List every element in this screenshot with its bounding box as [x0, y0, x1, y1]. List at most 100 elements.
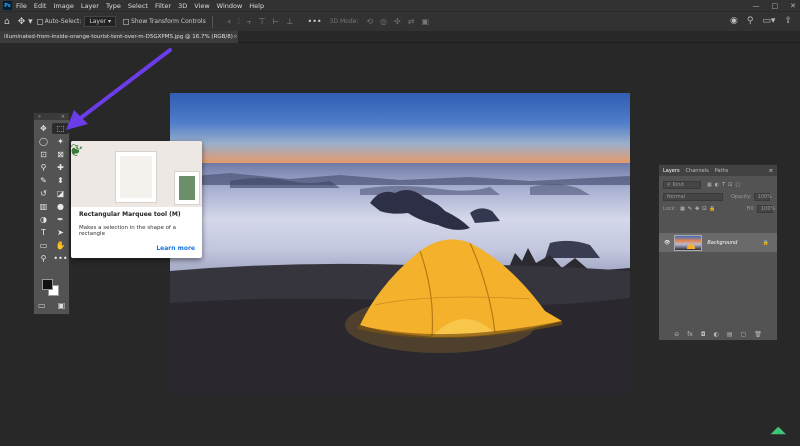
hand-icon[interactable]: ✋ [52, 240, 69, 251]
menu-edit[interactable]: Edit [34, 2, 47, 10]
align-middle-icon[interactable]: ⊢ [273, 17, 280, 27]
auto-select-label: Auto-Select: [44, 18, 82, 25]
fill-field[interactable]: 100% [757, 205, 775, 213]
panel-menu-icon[interactable]: ≡ [769, 168, 773, 174]
filter-kind-dropdown[interactable]: ⚲ Kind [663, 181, 701, 189]
transform-controls-label: Show Transform Controls [131, 18, 206, 25]
share-icon[interactable]: ⇪ [784, 16, 792, 26]
watermark-logo-icon: ◢◣ [770, 425, 786, 436]
search-icon[interactable]: ⚲ [747, 16, 754, 26]
opacity-field[interactable]: 100% [753, 193, 772, 201]
dodge-icon[interactable]: ◑ [35, 214, 52, 225]
align-left-icon[interactable]: ⫞ [227, 17, 231, 27]
quick-mask-icon[interactable]: ▭ [38, 301, 46, 310]
more-tools-icon[interactable]: ••• [52, 253, 69, 264]
frame-icon[interactable]: ⊠ [52, 149, 69, 160]
workspace-icon[interactable]: ▭▾ [762, 16, 775, 26]
canvas-image[interactable] [170, 93, 630, 396]
gradient-icon[interactable]: ▥ [35, 201, 52, 212]
tab-paths[interactable]: Paths [715, 168, 729, 174]
menu-file[interactable]: File [16, 2, 27, 10]
3d-buttons: ⟲ ◎ ✣ ⇄ ▣ [366, 17, 429, 26]
menu-view[interactable]: View [194, 2, 209, 10]
move-tool-preset-icon[interactable]: ✥ ▾ [18, 17, 33, 27]
move-icon[interactable]: ✥ [35, 123, 52, 134]
blur-icon[interactable]: ● [52, 201, 69, 212]
learn-more-link[interactable]: Learn more [156, 245, 195, 252]
transform-controls-checkbox[interactable] [123, 18, 130, 25]
align-right-icon[interactable]: ⫟ [247, 17, 252, 27]
fx-icon[interactable]: fx [687, 331, 693, 338]
eyedropper-icon[interactable]: ⚲ [35, 162, 52, 173]
more-options-button[interactable]: ••• [307, 17, 321, 26]
menu-image[interactable]: Image [53, 2, 73, 10]
menu-filter[interactable]: Filter [155, 2, 171, 10]
trash-icon[interactable]: 🗑 [754, 331, 762, 338]
menu-select[interactable]: Select [128, 2, 148, 10]
align-center-icon[interactable]: ⫶ [238, 17, 240, 27]
menu-3d[interactable]: 3D [178, 2, 187, 10]
maximize-icon[interactable]: □ [772, 2, 779, 10]
close-window-icon[interactable]: ✕ [790, 2, 796, 10]
screen-mode-icon[interactable]: ▣ [58, 301, 66, 310]
path-selection-icon[interactable]: ➤ [52, 227, 69, 238]
crop-icon[interactable]: ⊡ [35, 149, 52, 160]
filter-row: ⚲ Kind ▦◐T⊡▢ [659, 179, 777, 191]
visibility-eye-icon[interactable]: 👁 [664, 240, 670, 246]
menu-type[interactable]: Type [106, 2, 121, 10]
lock-label: Lock: [663, 206, 677, 212]
tab-layers[interactable]: Layers [663, 168, 680, 174]
zoom-icon[interactable]: ⚲ [35, 253, 52, 264]
type-icon[interactable]: T [35, 227, 52, 238]
3d-slide-icon[interactable]: ⇄ [408, 17, 415, 26]
shape-icon[interactable]: ▭ [35, 240, 52, 251]
add-mask-icon[interactable]: ◘ [701, 331, 706, 338]
pen-icon[interactable]: ✒ [52, 214, 69, 225]
align-bottom-icon[interactable]: ⊥ [287, 17, 294, 27]
history-brush-icon[interactable]: ↺ [35, 188, 52, 199]
3d-pan-icon[interactable]: ✣ [394, 17, 401, 26]
blend-mode-dropdown[interactable]: Normal [663, 193, 723, 201]
layers-panel: Layers Channels Paths ≡ ⚲ Kind ▦◐T⊡▢ Nor… [658, 164, 778, 341]
close-panel-icon[interactable]: × [61, 114, 65, 120]
3d-scale-icon[interactable]: ▣ [421, 17, 429, 26]
tools-panel-header[interactable]: » × [34, 113, 69, 120]
home-icon[interactable]: ⌂ [4, 17, 10, 27]
marquee-icon[interactable]: ⬚ [52, 123, 69, 134]
brush-icon[interactable]: ✎ [35, 175, 52, 186]
lock-icons[interactable]: ▦✎✥⊡🔒 [680, 206, 719, 212]
menu-layer[interactable]: Layer [81, 2, 99, 10]
lasso-icon[interactable]: ◯ [35, 136, 52, 147]
auto-select-checkbox[interactable] [36, 18, 43, 25]
magic-wand-icon[interactable]: ✦ [52, 136, 69, 147]
stamp-icon[interactable]: ⬍ [52, 175, 69, 186]
document-tab-bar: illuminated-from-inside-orange-tourist-t… [0, 31, 800, 43]
menu-window[interactable]: Window [217, 2, 243, 10]
layers-panel-tabs: Layers Channels Paths ≡ [659, 165, 777, 176]
mode-3d-label: 3D Mode: [329, 18, 359, 25]
eraser-icon[interactable]: ◪ [52, 188, 69, 199]
tab-channels[interactable]: Channels [686, 168, 709, 174]
menu-help[interactable]: Help [249, 2, 264, 10]
minimize-icon[interactable]: — [753, 2, 760, 10]
filter-icons[interactable]: ▦◐T⊡▢ [707, 182, 743, 188]
new-group-icon[interactable]: ▤ [727, 331, 733, 338]
3d-roll-icon[interactable]: ◎ [380, 17, 387, 26]
healing-icon[interactable]: ✚ [52, 162, 69, 173]
new-layer-icon[interactable]: ▢ [741, 331, 747, 338]
layer-row-background[interactable]: 👁 Background 🔒 [659, 233, 777, 252]
adjustment-layer-icon[interactable]: ◐ [714, 331, 719, 338]
collapse-icon[interactable]: » [38, 114, 41, 120]
close-tab-icon[interactable]: × [233, 34, 238, 40]
3d-rotate-icon[interactable]: ⟲ [366, 17, 373, 26]
align-top-icon[interactable]: ⊤ [259, 17, 266, 27]
foreground-color-swatch[interactable] [42, 279, 53, 290]
user-icon[interactable]: ◉ [730, 16, 738, 26]
document-tab[interactable]: illuminated-from-inside-orange-tourist-t… [0, 31, 238, 43]
layers-panel-footer: ⊝ fx ◘ ◐ ▤ ▢ 🗑 [659, 328, 777, 340]
auto-select-dropdown[interactable]: Layer ▾ [84, 16, 117, 27]
tooltip-illustration: ❦ [71, 141, 202, 207]
tools-grid: ✥ ⬚ ◯ ✦ ⊡ ⊠ ⚲ ✚ ✎ ⬍ ↺ ◪ ▥ ● ◑ ✒ T ➤ ▭ ✋ … [34, 120, 69, 267]
link-layers-icon[interactable]: ⊝ [674, 331, 679, 338]
landscape-illustration [170, 173, 630, 396]
